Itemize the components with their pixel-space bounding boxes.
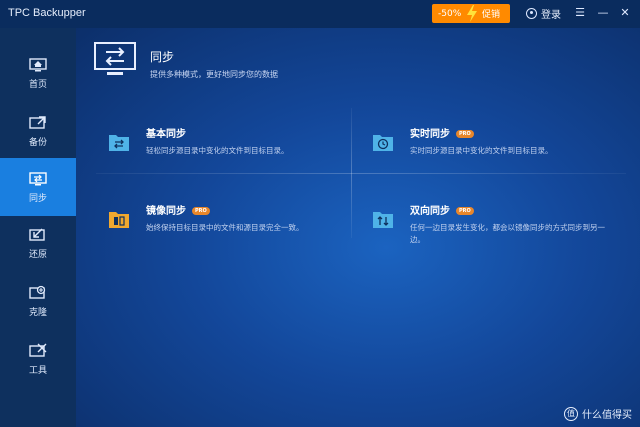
card-basic-sync[interactable]: 基本同步 轻松同步源目录中变化的文件到目标目录。 bbox=[98, 114, 353, 174]
card-title: 基本同步 bbox=[146, 129, 186, 140]
sidebar-item-label: 备份 bbox=[28, 137, 47, 148]
sync-monitor-icon bbox=[94, 42, 136, 75]
lightning-icon bbox=[467, 5, 477, 22]
login-button[interactable]: 登录 bbox=[526, 6, 561, 21]
sidebar-item-label: 工具 bbox=[28, 365, 47, 376]
sidebar-item-label: 首页 bbox=[28, 79, 47, 90]
card-title: 镜像同步 PRO bbox=[146, 202, 210, 217]
restore-icon bbox=[29, 228, 45, 241]
pro-badge: PRO bbox=[192, 207, 210, 215]
sidebar-item-clone[interactable]: 克隆 bbox=[0, 272, 76, 330]
sidebar-item-sync[interactable]: 同步 bbox=[0, 158, 76, 216]
user-icon bbox=[526, 8, 537, 19]
clone-icon bbox=[29, 285, 46, 299]
watermark-logo: 值 bbox=[564, 406, 578, 421]
sidebar-item-tools[interactable]: 工具 bbox=[0, 330, 76, 388]
page-title: 同步 bbox=[150, 50, 175, 64]
sync-icon bbox=[29, 171, 47, 185]
promo-percent: -50% bbox=[438, 8, 462, 19]
sidebar-item-label: 还原 bbox=[28, 249, 47, 260]
card-description: 始终保持目标目录中的文件和源目录完全一致。 bbox=[146, 223, 304, 232]
sidebar-item-home[interactable]: 首页 bbox=[0, 44, 76, 102]
card-title: 双向同步 PRO bbox=[410, 202, 474, 217]
sidebar: 首页 备份 同步 还原 克隆 工具 bbox=[0, 28, 76, 427]
realtime-sync-folder-icon bbox=[373, 135, 393, 151]
card-description: 任何一边目录发生变化，都会以镜像同步的方式同步到另一边。 bbox=[410, 223, 605, 244]
backup-icon bbox=[29, 115, 46, 129]
sidebar-item-backup[interactable]: 备份 bbox=[0, 102, 76, 160]
close-icon[interactable]: ✕ bbox=[618, 7, 632, 19]
card-title: 实时同步 PRO bbox=[410, 125, 474, 140]
page-subtitle: 提供多种模式，更好地同步您的数据 bbox=[150, 70, 278, 79]
sidebar-item-restore[interactable]: 还原 bbox=[0, 214, 76, 272]
promo-banner[interactable]: -50% 促销 bbox=[432, 4, 510, 23]
pro-badge: PRO bbox=[456, 207, 474, 215]
basic-sync-folder-icon bbox=[109, 135, 129, 151]
card-two-way-sync[interactable]: 双向同步 PRO 任何一边目录发生变化，都会以镜像同步的方式同步到另一边。 bbox=[362, 191, 617, 251]
card-realtime-sync[interactable]: 实时同步 PRO 实时同步源目录中变化的文件到目标目录。 bbox=[362, 114, 617, 174]
mirror-sync-folder-icon bbox=[109, 212, 129, 228]
two-way-sync-folder-icon bbox=[373, 212, 393, 228]
promo-button[interactable]: 促销 bbox=[482, 7, 500, 20]
watermark-text: 什么值得买 bbox=[582, 410, 632, 421]
card-description: 轻松同步源目录中变化的文件到目标目录。 bbox=[146, 146, 289, 155]
sidebar-item-label: 克隆 bbox=[28, 307, 47, 318]
card-mirror-sync[interactable]: 镜像同步 PRO 始终保持目标目录中的文件和源目录完全一致。 bbox=[98, 191, 353, 251]
app-title: TPC Backupper bbox=[8, 7, 86, 19]
sidebar-item-label: 同步 bbox=[28, 193, 47, 204]
minimize-icon[interactable]: — bbox=[596, 7, 610, 19]
title-bar: TPC Backupper -50% 促销 登录 ☰ — ✕ bbox=[0, 0, 640, 28]
main-panel: 同步 提供多种模式，更好地同步您的数据 基本同步 轻松同步源目录中变化的文件到目… bbox=[76, 28, 640, 427]
pro-badge: PRO bbox=[456, 130, 474, 138]
tools-icon bbox=[29, 343, 47, 357]
watermark: 值 什么值得买 bbox=[564, 406, 632, 421]
card-description: 实时同步源目录中变化的文件到目标目录。 bbox=[410, 146, 553, 155]
home-monitor-icon bbox=[29, 57, 47, 71]
menu-icon[interactable]: ☰ bbox=[573, 7, 587, 19]
login-label: 登录 bbox=[541, 10, 561, 21]
